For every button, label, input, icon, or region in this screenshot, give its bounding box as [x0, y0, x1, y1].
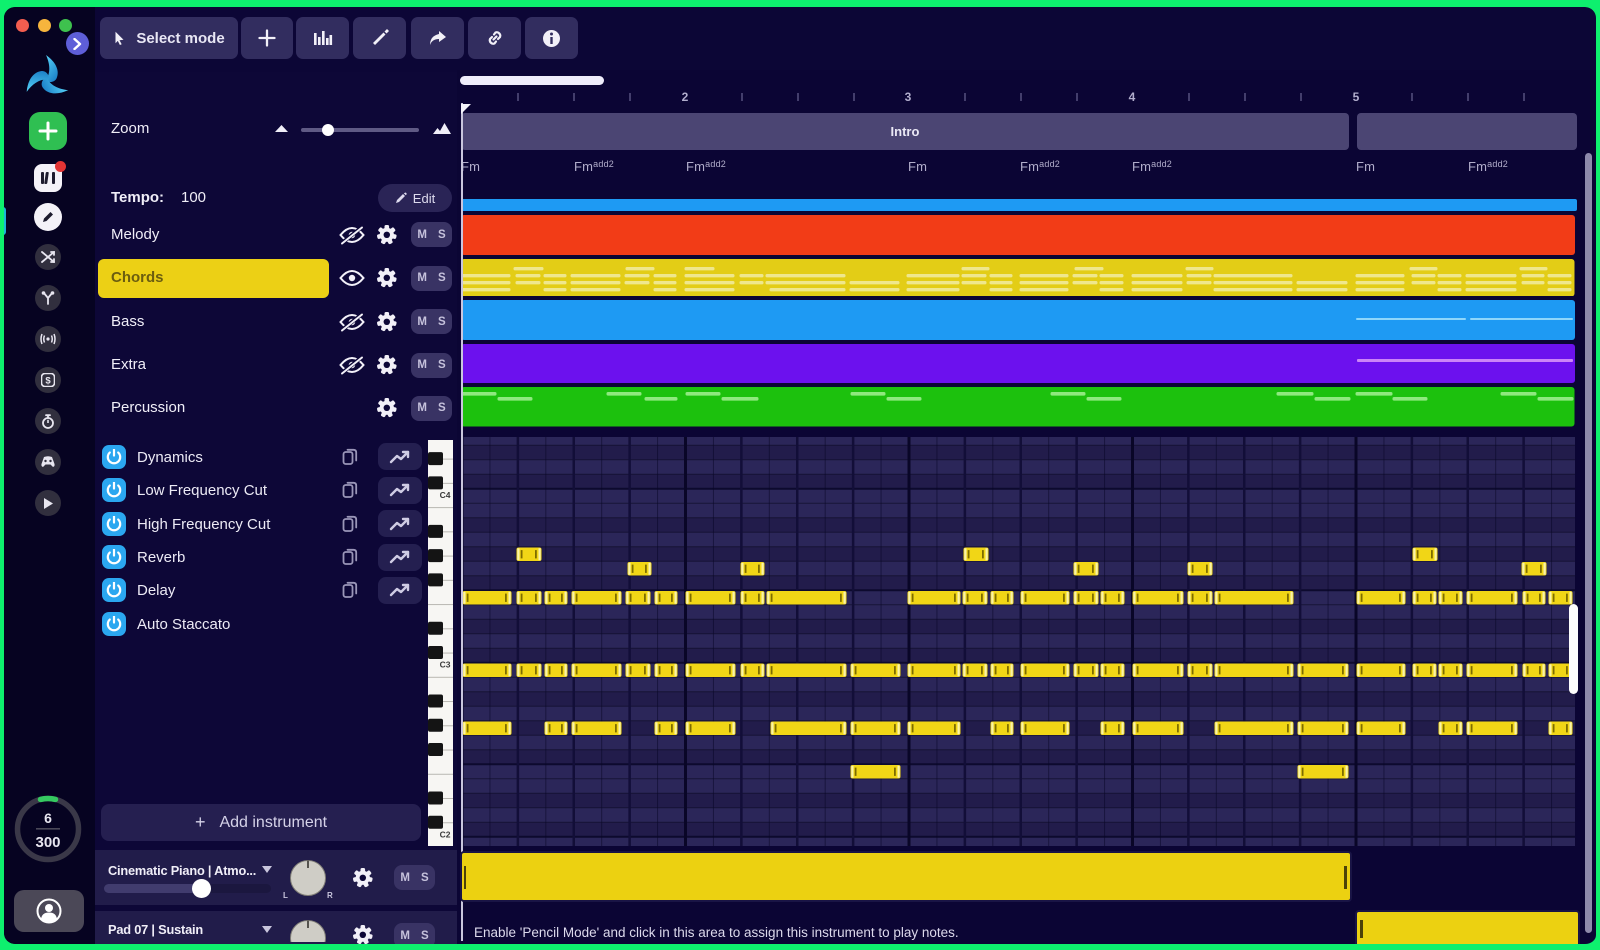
svg-text:C2: C2 — [440, 829, 451, 839]
svg-text:6: 6 — [44, 810, 52, 826]
svg-text:$: $ — [45, 376, 51, 387]
svg-text:300: 300 — [35, 834, 60, 851]
svg-text:C3: C3 — [440, 660, 451, 670]
svg-text:C4: C4 — [440, 490, 451, 500]
